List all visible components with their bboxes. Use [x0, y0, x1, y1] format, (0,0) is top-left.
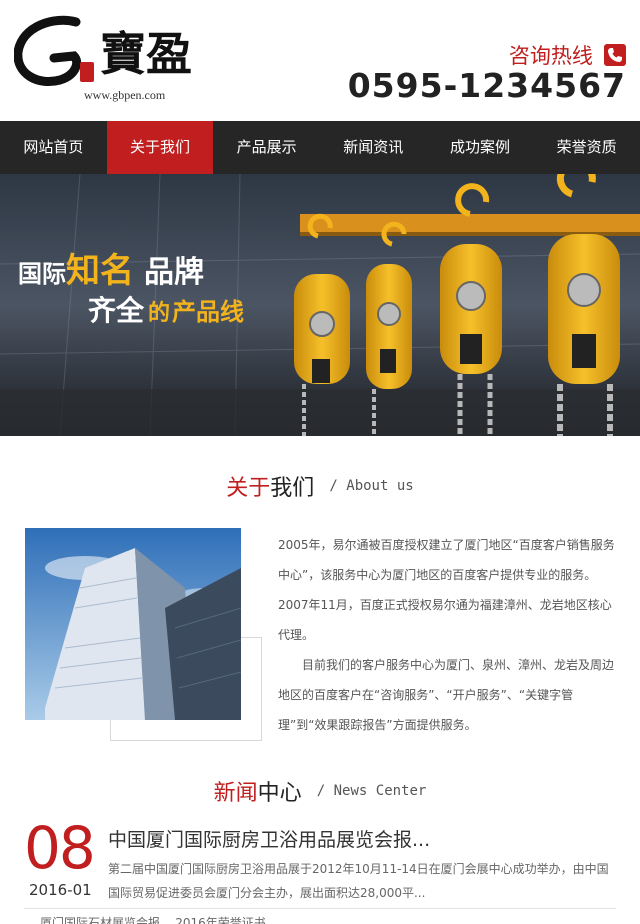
news-list-item[interactable]: 08 2016-01 中国厦门国际厨房卫浴用品展览会报... 第二届中国厦门国际…	[0, 815, 640, 910]
banner-artwork: 国际 知名 品牌 齐全 的 产品线	[0, 174, 640, 436]
banner-line2-a: 齐全	[88, 294, 145, 327]
logo-mark: 寶盈	[14, 15, 192, 86]
about-title-en: / About us	[329, 478, 414, 494]
phone-icon	[604, 44, 626, 66]
news-section-title: 新闻中心 / News Center	[0, 775, 640, 807]
news-divider	[24, 908, 616, 909]
news-day: 08	[24, 814, 96, 882]
about-image[interactable]	[25, 528, 241, 720]
nav-item-cases[interactable]: 成功案例	[427, 121, 534, 174]
hotline-number[interactable]: 0595-1234567	[348, 66, 626, 105]
banner-line2-b: 的	[148, 300, 170, 326]
news-title-en: / News Center	[316, 783, 427, 799]
news-title-red: 新闻	[213, 781, 258, 806]
site-logo[interactable]: 寶盈 www.gbpen.com	[14, 12, 194, 107]
nav-item-honors[interactable]: 荣誉资质	[533, 121, 640, 174]
news-list-item-partial[interactable]: 厦门国际石材展览会报... 2016年荣誉证书...	[40, 914, 600, 924]
hero-banner[interactable]: 国际 知名 品牌 齐全 的 产品线	[0, 174, 640, 436]
news-year-month: 2016-01	[29, 881, 92, 899]
about-paragraph-2: 目前我们的客户服务中心为厦门、泉州、漳州、龙岩及周边地区的百度客户在“咨询服务”…	[278, 658, 615, 732]
nav-item-about[interactable]: 关于我们	[106, 121, 214, 174]
banner-line2-c: 产品线	[172, 298, 244, 326]
banner-line1-b: 知名	[66, 251, 134, 291]
nav-item-news[interactable]: 新闻资讯	[320, 121, 427, 174]
banner-line1-c: 品牌	[144, 255, 204, 290]
hotline-label: 咨询热线	[508, 44, 593, 68]
main-nav: 网站首页 关于我们 产品展示 新闻资讯 成功案例 荣誉资质	[0, 121, 640, 174]
news-title-dark: 中心	[257, 781, 302, 806]
about-title-dark: 我们	[270, 476, 315, 501]
building-photo	[25, 528, 241, 720]
site-header: 寶盈 www.gbpen.com 咨询热线 0595-1234567	[0, 0, 640, 121]
about-paragraph-1: 2005年，易尔通被百度授权建立了厦门地区“百度客户销售服务中心”，该服务中心为…	[278, 538, 615, 642]
news-description: 第二届中国厦门国际厨房卫浴用品展于2012年10月11-14日在厦门会展中心成功…	[108, 862, 609, 900]
about-text: 2005年，易尔通被百度授权建立了厦门地区“百度客户销售服务中心”，该服务中心为…	[278, 530, 618, 740]
hotline: 咨询热线	[366, 40, 626, 68]
nav-item-home[interactable]: 网站首页	[0, 121, 107, 174]
about-title-red: 关于	[226, 476, 271, 501]
news-title[interactable]: 中国厦门国际厨房卫浴用品展览会报...	[108, 825, 578, 852]
logo-url: www.gbpen.com	[84, 88, 166, 102]
nav-item-products[interactable]: 产品展示	[213, 121, 320, 174]
banner-line1-a: 国际	[18, 260, 66, 288]
about-section-title: 关于我们 / About us	[0, 470, 640, 502]
logo-text: 寶盈	[100, 27, 192, 81]
